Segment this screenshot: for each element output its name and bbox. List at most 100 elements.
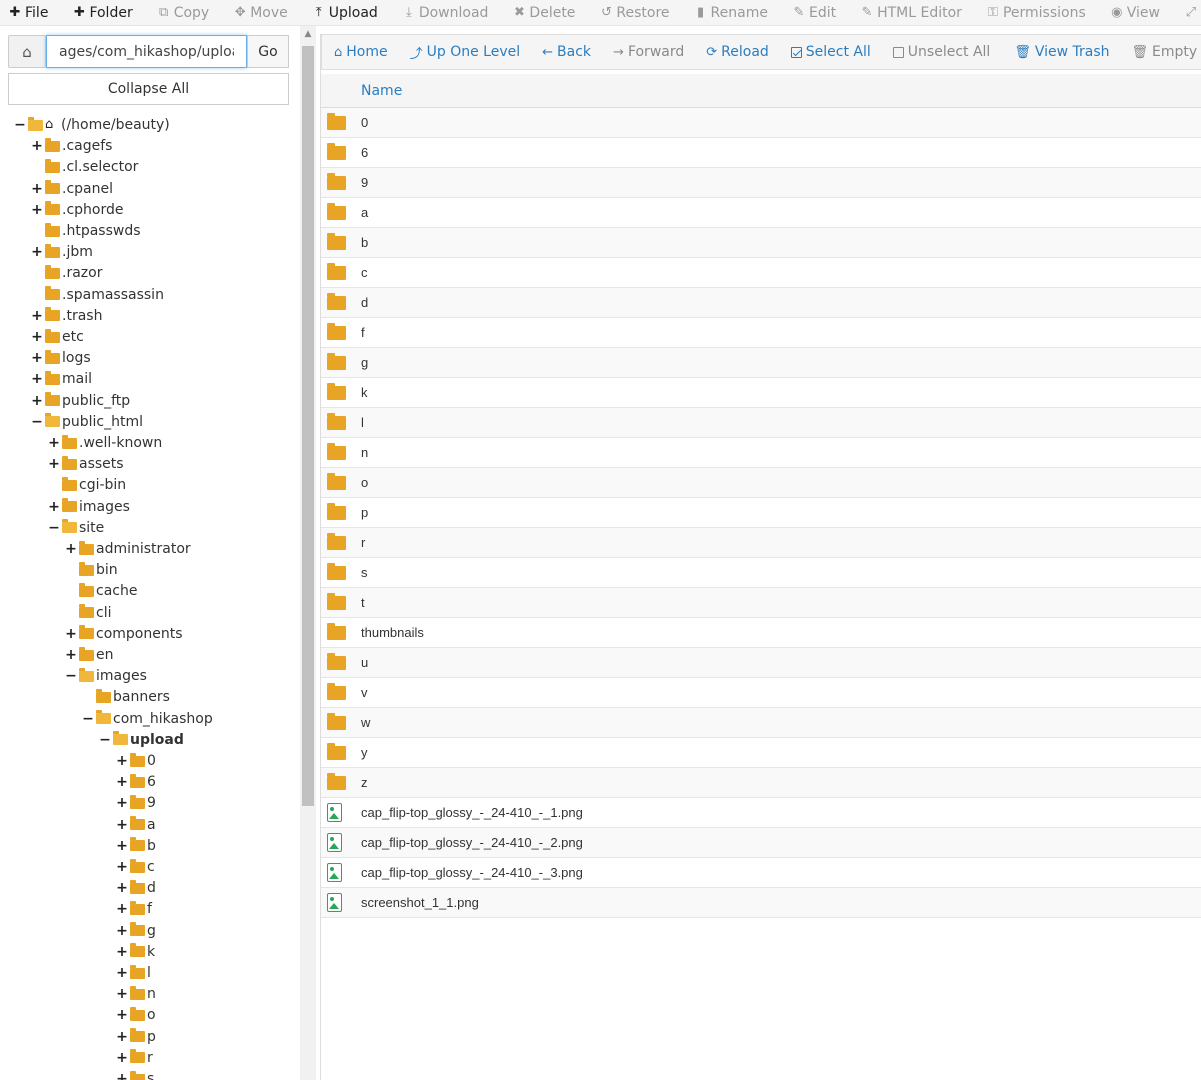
tree-item-public-ftp[interactable]: + public_ftp [31, 391, 130, 411]
file-name[interactable]: cap_flip-top_glossy_-_24-410_-_1.png [361, 798, 583, 828]
toolbar-move-button[interactable]: ✥ Move [233, 0, 300, 25]
file-name[interactable]: cap_flip-top_glossy_-_24-410_-_3.png [361, 858, 583, 888]
file-name[interactable]: w [361, 708, 370, 738]
expand-icon[interactable]: + [116, 899, 128, 919]
expand-icon[interactable]: + [31, 306, 43, 326]
expand-icon[interactable]: + [31, 200, 43, 220]
expand-icon[interactable]: + [48, 497, 60, 517]
tree-item-0[interactable]: +0 [116, 751, 156, 771]
expand-icon[interactable]: + [116, 921, 128, 941]
expand-icon[interactable]: + [65, 624, 77, 644]
tree-item-f[interactable]: + f [116, 899, 152, 919]
expand-icon[interactable]: + [31, 391, 43, 411]
table-row[interactable]: p [321, 498, 1201, 528]
table-row[interactable]: thumbnails [321, 618, 1201, 648]
file-name[interactable]: v [361, 678, 368, 708]
tree-item-c[interactable]: + c [116, 857, 155, 877]
expand-icon[interactable]: + [116, 772, 128, 792]
tree-item-well-known[interactable]: + .well-known [48, 433, 162, 453]
toolbar-download-button[interactable]: ⤓ Download [402, 0, 501, 25]
table-row[interactable]: a [321, 198, 1201, 228]
file-name[interactable]: 6 [361, 138, 368, 168]
select-all-button[interactable]: Select All [790, 44, 871, 60]
expand-icon[interactable]: + [116, 857, 128, 877]
table-row[interactable]: g [321, 348, 1201, 378]
table-row[interactable]: cap_flip-top_glossy_-_24-410_-_3.png [321, 858, 1201, 888]
file-name[interactable]: s [361, 558, 368, 588]
expand-icon[interactable]: + [31, 242, 43, 262]
view-trash-button[interactable]: 🗑 View Trash [1014, 44, 1109, 60]
scroll-up-arrow-icon[interactable]: ▲ [300, 26, 316, 42]
tree-item-public-html[interactable]: − public_html [31, 412, 143, 432]
expand-icon[interactable]: + [116, 1048, 128, 1068]
scroll-thumb[interactable] [302, 46, 314, 806]
expand-icon[interactable]: + [116, 1005, 128, 1025]
tree-item-jbm[interactable]: + .jbm [31, 242, 93, 262]
collapse-icon[interactable]: − [99, 730, 111, 750]
table-row[interactable]: 6 [321, 138, 1201, 168]
expand-icon[interactable]: + [116, 793, 128, 813]
file-name[interactable]: d [361, 288, 368, 318]
expand-icon[interactable]: + [116, 815, 128, 835]
tree-item-cl-selector[interactable]: .cl.selector [31, 157, 138, 177]
toolbar-folder-button[interactable]: ✚ Folder [72, 0, 144, 25]
table-row[interactable]: z [321, 768, 1201, 798]
path-home-button[interactable]: ⌂ [8, 35, 46, 68]
expand-icon[interactable]: + [116, 984, 128, 1004]
table-row[interactable]: 0 [321, 108, 1201, 138]
toolbar-permissions-button[interactable]: ⚿ Permissions [986, 0, 1098, 25]
tree-item-administrator[interactable]: + administrator [65, 539, 191, 559]
table-row[interactable]: w [321, 708, 1201, 738]
tree-item-o[interactable]: + o [116, 1005, 156, 1025]
expand-icon[interactable]: + [31, 369, 43, 389]
file-name[interactable]: u [361, 648, 368, 678]
expand-icon[interactable]: + [31, 179, 43, 199]
tree-item-d[interactable]: + d [116, 878, 156, 898]
table-row[interactable]: n [321, 438, 1201, 468]
table-row[interactable]: y [321, 738, 1201, 768]
expand-icon[interactable]: + [31, 348, 43, 368]
table-row[interactable]: v [321, 678, 1201, 708]
tree-item-images[interactable]: − images [65, 666, 147, 686]
tree-item-6[interactable]: +6 [116, 772, 156, 792]
toolbar-edit-button[interactable]: ✎ Edit [792, 0, 848, 25]
expand-icon[interactable]: + [116, 878, 128, 898]
tree-item-cphorde[interactable]: + .cphorde [31, 200, 123, 220]
file-name[interactable]: n [361, 438, 368, 468]
tree-item-l[interactable]: + l [116, 963, 151, 983]
expand-icon[interactable]: + [65, 645, 77, 665]
table-row[interactable]: 9 [321, 168, 1201, 198]
file-name[interactable]: a [361, 198, 368, 228]
toolbar-view-button[interactable]: ◉ View [1110, 0, 1172, 25]
toolbar-file-button[interactable]: ✚ File [8, 0, 60, 25]
tree-item-home-beauty[interactable]: − ⌂ (/home/beauty) [14, 115, 170, 135]
collapse-icon[interactable]: − [14, 115, 26, 135]
tree-item-cagefs[interactable]: + .cagefs [31, 136, 112, 156]
tree-item-a[interactable]: + a [116, 815, 156, 835]
tree-item-assets[interactable]: + assets [48, 454, 124, 474]
tree-item-trash[interactable]: + .trash [31, 306, 102, 326]
tree-item-logs[interactable]: + logs [31, 348, 91, 368]
tree-item-9[interactable]: +9 [116, 793, 156, 813]
tree-item-cgi-bin[interactable]: cgi-bin [48, 475, 126, 495]
file-name[interactable]: t [361, 588, 365, 618]
expand-icon[interactable]: + [116, 751, 128, 771]
tree-item-razor[interactable]: .razor [31, 263, 102, 283]
back-button[interactable]: ← Back [542, 44, 591, 60]
go-button[interactable]: Go [247, 35, 289, 68]
expand-icon[interactable]: + [31, 136, 43, 156]
file-name[interactable]: z [361, 768, 368, 798]
table-row[interactable]: r [321, 528, 1201, 558]
forward-button[interactable]: → Forward [613, 44, 684, 60]
table-row[interactable]: c [321, 258, 1201, 288]
toolbar-upload-button[interactable]: ⤒ Upload [312, 0, 390, 25]
expand-icon[interactable]: + [48, 454, 60, 474]
file-name[interactable]: r [361, 528, 365, 558]
expand-icon[interactable]: + [116, 1069, 128, 1080]
table-row[interactable]: cap_flip-top_glossy_-_24-410_-_2.png [321, 828, 1201, 858]
collapse-icon[interactable]: − [65, 666, 77, 686]
tree-item-b[interactable]: + b [116, 836, 156, 856]
table-row[interactable]: s [321, 558, 1201, 588]
table-row[interactable]: screenshot_1_1.png [321, 888, 1201, 918]
collapse-icon[interactable]: − [31, 412, 43, 432]
